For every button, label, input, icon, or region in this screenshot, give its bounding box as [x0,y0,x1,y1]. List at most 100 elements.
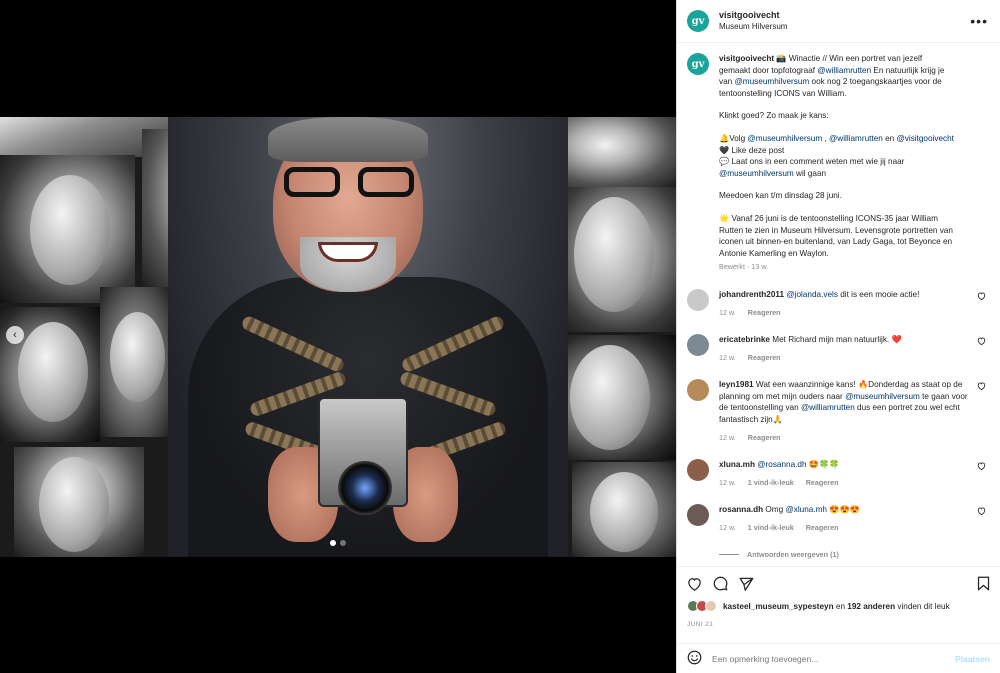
caption-line: @museumhilversum wil gaan [719,168,954,180]
heart-icon[interactable] [687,577,713,595]
mention-link[interactable]: @williamrutten [817,66,871,75]
comment-heart-icon[interactable] [977,337,986,347]
caption-text-segment: 🖤 Like deze post [719,145,785,155]
comment-age[interactable]: 12 w. [719,432,736,444]
caption-text-segment: tentoonstelling ICONS van William. [719,88,847,98]
reply-button[interactable]: Reageren [806,522,839,534]
comment-username[interactable]: ericatebrinke [719,335,770,344]
avatar[interactable]: gv [687,10,709,32]
likes-suffix: vinden dit leuk [895,601,950,611]
comment-row: rosanna.dh Omg @xluna.mh 😍😍😍 12 w. 1 vind-… [687,504,988,533]
comment-row: leyn1981 Wat een waanzinnige kans! 🔥Dond… [687,379,988,443]
comment-avatar[interactable] [687,459,709,482]
comment-like-count[interactable]: 1 vind-ik-leuk [748,477,794,489]
comment-age[interactable]: 12 w. [719,522,736,534]
comment-avatar[interactable] [687,379,709,402]
bookmark-icon[interactable] [977,576,990,595]
caption-line: 🖤 Like deze post [719,145,954,157]
carousel-dot[interactable] [330,540,336,546]
mention-link[interactable]: @museumhilversum [845,392,920,401]
comment-avatar[interactable] [687,334,709,357]
comment-text-segment: Met Richard mijn man natuurlijk. ❤️ [772,335,902,345]
more-horizontal-icon[interactable]: ••• [970,13,988,29]
smiley-icon[interactable] [687,650,702,668]
header-username[interactable]: visitgooivecht [719,9,970,21]
mention-link[interactable]: @museumhilversum [747,134,822,143]
glasses [284,167,414,197]
photographer-portrait [168,117,568,557]
caption-line: 🔔Volg @museumhilversum , @williamrutten … [719,133,954,145]
avatar[interactable]: gv [687,53,709,75]
likes-summary: kasteel_museum_sypesteyn en 192 anderen … [687,600,990,612]
liker-username[interactable]: kasteel_museum_sypesteyn [723,602,834,611]
comment-text: rosanna.dh Omg @xluna.mh 😍😍😍 [719,504,969,516]
comment-heart-icon[interactable] [977,292,986,302]
caption-text-segment: 🔔Volg [719,133,748,143]
portrait-tile [0,155,135,303]
post-date: JUNI 21 [687,621,714,628]
reply-button[interactable]: Reageren [748,307,781,319]
mention-link[interactable]: @visitgooivecht [896,134,953,143]
likes-connector: en [833,601,848,611]
carousel-prev-button[interactable]: ‹ [6,326,24,344]
mention-link[interactable]: @rosanna.dh [757,460,806,469]
comment-avatar[interactable] [687,504,709,527]
comment-username[interactable]: leyn1981 [719,380,754,389]
mention-link[interactable]: @williamrutten [829,134,883,143]
caption-line [719,122,954,133]
liker-avatars [687,600,717,612]
comment-age[interactable]: 12 w. [719,307,736,319]
reply-button[interactable]: Reageren [806,477,839,489]
post-comment-button[interactable]: Plaatsen [955,654,990,664]
comment-input[interactable] [712,653,956,664]
comment-icon[interactable] [713,576,739,595]
mention-link[interactable]: @museumhilversum [734,77,809,86]
caption-line [719,99,954,110]
caption-username[interactable]: visitgooivecht [719,54,774,63]
portrait-tile [552,187,676,332]
view-replies-button[interactable]: Antwoorden weergeven (1) [719,550,988,559]
likes-others-link[interactable]: 192 anderen [847,602,895,611]
comment-avatar[interactable] [687,288,709,311]
caption-line: Klinkt goed? Zo maak je kans: [719,110,954,122]
header-location[interactable]: Museum Hilversum [719,21,970,33]
caption-line: 🌟 Vanaf 26 juni is de tentoonstelling IC… [719,213,954,225]
post-sidebar: gv visitgooivecht Museum Hilversum ••• g… [676,0,1000,673]
caption-text-segment: en [882,133,897,143]
comment-text-segment: Omg [765,505,786,515]
comment-row: johandrenth2011 @jolanda.vels dit is een… [687,288,988,319]
comment-text-segment: 🤩🍀🍀 [806,460,840,470]
caption-text-segment: Rutten te zien in Museum Hilversum. Leve… [719,225,953,235]
caption-text-segment: iconen uit binnen-en buitenland, van Lad… [719,237,953,247]
comment-like-count[interactable]: 1 vind-ik-leuk [748,522,794,534]
send-icon[interactable] [739,577,765,595]
reply-button[interactable]: Reageren [748,352,781,364]
comment-username[interactable]: johandrenth2011 [719,290,784,299]
caption-text: visitgooivecht 📸 Winactie // Win een por… [719,53,954,259]
reply-button[interactable]: Reageren [748,432,781,444]
caption-line: iconen uit binnen-en buitenland, van Lad… [719,236,954,248]
portrait-tile [552,335,676,460]
comment-row: ericatebrinke Met Richard mijn man natuu… [687,334,988,363]
post-media[interactable]: ‹ [0,0,676,673]
portrait-tile [100,287,170,437]
mention-link[interactable]: @jolanda.vels [786,290,838,299]
comment-username[interactable]: xluna.mh [719,460,755,469]
carousel-dot[interactable] [340,540,346,546]
comment-heart-icon[interactable] [977,507,986,517]
mention-link[interactable]: @museumhilversum [719,169,794,178]
comment-heart-icon[interactable] [977,462,986,472]
comment-age[interactable]: 12 w. [719,477,736,489]
caption-line: Rutten te zien in Museum Hilversum. Leve… [719,225,954,237]
mention-link[interactable]: @xluna.mh [785,505,827,514]
comment-age[interactable]: 12 w. [719,352,736,364]
caption-line [719,179,954,190]
comment-row: xluna.mh @rosanna.dh 🤩🍀🍀 12 w. 1 vind-ik-l… [687,459,988,488]
comment-list: johandrenth2011 @jolanda.vels dit is een… [687,288,988,534]
portrait-tile [572,462,676,557]
camera-lens [338,461,392,515]
comments-scroll[interactable]: gv visitgooivecht 📸 Winactie // Win een … [677,43,1000,559]
comment-username[interactable]: rosanna.dh [719,505,763,514]
comment-heart-icon[interactable] [977,382,986,392]
mention-link[interactable]: @williamrutten [801,403,855,412]
